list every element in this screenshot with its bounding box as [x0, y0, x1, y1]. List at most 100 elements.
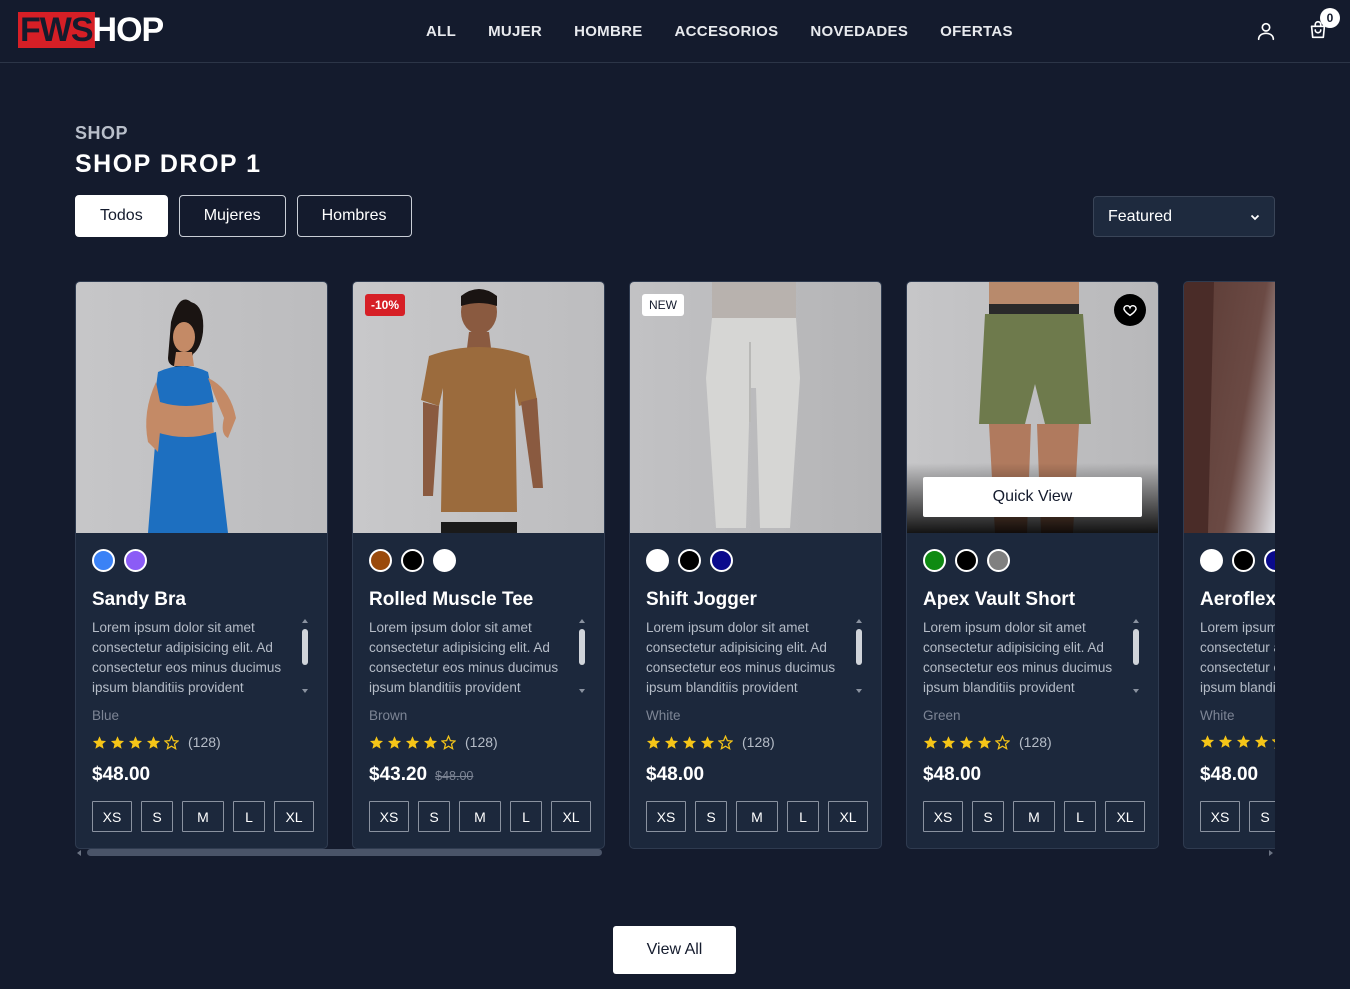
nav-novedades[interactable]: NOVEDADES — [810, 23, 908, 40]
rating: (128) — [646, 734, 775, 750]
section-eyebrow: SHOP — [75, 123, 129, 143]
product-image[interactable]: NEW — [630, 282, 881, 533]
product-card[interactable]: Aeroflex T Lorem ipsum dolor sit amet co… — [1183, 281, 1275, 849]
color-swatches — [923, 549, 1010, 572]
description-scrollbar[interactable] — [856, 619, 862, 693]
product-name[interactable]: Rolled Muscle Tee — [369, 589, 533, 611]
product-image[interactable]: Quick View — [907, 282, 1158, 533]
size-option-s[interactable]: S — [972, 801, 1004, 832]
scroll-left-arrow[interactable] — [77, 850, 81, 856]
nav-all[interactable]: ALL — [426, 23, 456, 40]
chevron-down-icon — [1250, 214, 1260, 220]
size-option-l[interactable]: L — [1064, 801, 1096, 832]
product-name[interactable]: Aeroflex T — [1200, 589, 1275, 611]
size-option-m[interactable]: M — [1013, 801, 1055, 832]
product-carousel[interactable]: Sandy Bra Lorem ipsum dolor sit amet con… — [75, 281, 1275, 851]
size-option-s[interactable]: S — [418, 801, 450, 832]
review-count: (128) — [465, 734, 498, 750]
color-swatch[interactable] — [401, 549, 424, 572]
size-option-s[interactable]: S — [141, 801, 173, 832]
description-scrollbar[interactable] — [1133, 619, 1139, 693]
view-all-button[interactable]: View All — [613, 926, 736, 974]
size-option-xl[interactable]: XL — [1105, 801, 1145, 832]
size-option-s[interactable]: S — [1249, 801, 1275, 832]
product-card[interactable]: Quick View Apex Vault Short Lorem ipsum … — [906, 281, 1159, 849]
color-swatch[interactable] — [433, 549, 456, 572]
sort-select[interactable]: Featured — [1093, 196, 1275, 237]
size-option-xs[interactable]: XS — [646, 801, 686, 832]
color-swatch[interactable] — [92, 549, 115, 572]
filter-mujeres[interactable]: Mujeres — [178, 195, 286, 237]
color-swatch[interactable] — [646, 549, 669, 572]
color-swatch[interactable] — [923, 549, 946, 572]
product-card[interactable]: NEW Shift Jogger Lorem ipsum dolor sit a… — [629, 281, 882, 849]
size-option-xs[interactable]: XS — [369, 801, 409, 832]
color-swatch[interactable] — [1200, 549, 1223, 572]
product-name[interactable]: Apex Vault Short — [923, 589, 1075, 611]
size-option-m[interactable]: M — [736, 801, 778, 832]
size-selector: XS SML XL — [92, 801, 314, 832]
wishlist-button[interactable] — [1114, 294, 1146, 326]
carousel-scrollbar[interactable] — [75, 849, 1275, 857]
new-badge: NEW — [642, 294, 684, 316]
product-name[interactable]: Shift Jogger — [646, 589, 757, 611]
size-option-l[interactable]: L — [787, 801, 819, 832]
size-option-s[interactable]: S — [695, 801, 727, 832]
sort-selected-value: Featured — [1108, 207, 1173, 225]
size-option-l[interactable]: L — [233, 801, 265, 832]
product-image[interactable]: -10% — [353, 282, 604, 533]
product-card[interactable]: -10% Rolled Muscle Tee Lorem ipsum dolor… — [352, 281, 605, 849]
star-filled-icon — [923, 735, 938, 749]
nav-mujer[interactable]: MUJER — [488, 23, 542, 40]
color-swatch[interactable] — [710, 549, 733, 572]
product-photo-model — [421, 289, 543, 533]
product-description: Lorem ipsum dolor sit amet consectetur a… — [1200, 620, 1275, 695]
size-selector: XS SML XL — [646, 801, 868, 832]
nav-ofertas[interactable]: OFERTAS — [940, 23, 1013, 40]
star-filled-icon — [405, 735, 420, 749]
star-outline-icon — [995, 734, 1010, 750]
color-swatch[interactable] — [124, 549, 147, 572]
filter-tabs: Todos Mujeres Hombres — [75, 195, 412, 237]
discount-badge: -10% — [365, 294, 406, 316]
logo[interactable]: FWS HOP — [18, 11, 165, 49]
filter-todos[interactable]: Todos — [75, 195, 168, 237]
size-option-xl[interactable]: XL — [828, 801, 868, 832]
size-option-xl[interactable]: XL — [551, 801, 591, 832]
scroll-right-arrow[interactable] — [1269, 850, 1273, 856]
product-card[interactable]: Sandy Bra Lorem ipsum dolor sit amet con… — [75, 281, 328, 849]
rating: (128) — [923, 734, 1052, 750]
color-swatch[interactable] — [987, 549, 1010, 572]
color-swatch[interactable] — [1232, 549, 1255, 572]
color-swatch[interactable] — [678, 549, 701, 572]
color-swatch[interactable] — [369, 549, 392, 572]
product-name[interactable]: Sandy Bra — [92, 589, 186, 611]
site-header: FWS HOP ALL MUJER HOMBRE ACCESORIOS NOVE… — [0, 0, 1350, 63]
nav-accesorios[interactable]: ACCESORIOS — [675, 23, 779, 40]
description-scrollbar[interactable] — [579, 619, 585, 693]
rating: (128) — [369, 734, 498, 750]
nav-hombre[interactable]: HOMBRE — [574, 23, 642, 40]
logo-shop: HOP — [92, 11, 165, 49]
rating — [1200, 734, 1275, 749]
size-option-l[interactable]: L — [510, 801, 542, 832]
size-option-m[interactable]: M — [459, 801, 501, 832]
color-swatch[interactable] — [1264, 549, 1275, 572]
size-option-m[interactable]: M — [182, 801, 224, 832]
quick-view-button[interactable]: Quick View — [923, 477, 1142, 517]
size-option-xs[interactable]: XS — [923, 801, 963, 832]
rating: (128) — [92, 734, 221, 750]
color-label: Blue — [92, 708, 120, 723]
product-image[interactable] — [1184, 282, 1275, 533]
color-swatch[interactable] — [955, 549, 978, 572]
size-option-xs[interactable]: XS — [92, 801, 132, 832]
color-swatches — [92, 549, 147, 572]
user-icon[interactable] — [1255, 20, 1277, 42]
size-option-xs[interactable]: XS — [1200, 801, 1240, 832]
star-filled-icon — [1200, 735, 1215, 748]
description-scrollbar[interactable] — [302, 619, 308, 693]
scrollbar-thumb[interactable] — [87, 849, 602, 856]
size-option-xl[interactable]: XL — [274, 801, 314, 832]
filter-hombres[interactable]: Hombres — [296, 195, 412, 237]
product-image[interactable] — [76, 282, 327, 533]
